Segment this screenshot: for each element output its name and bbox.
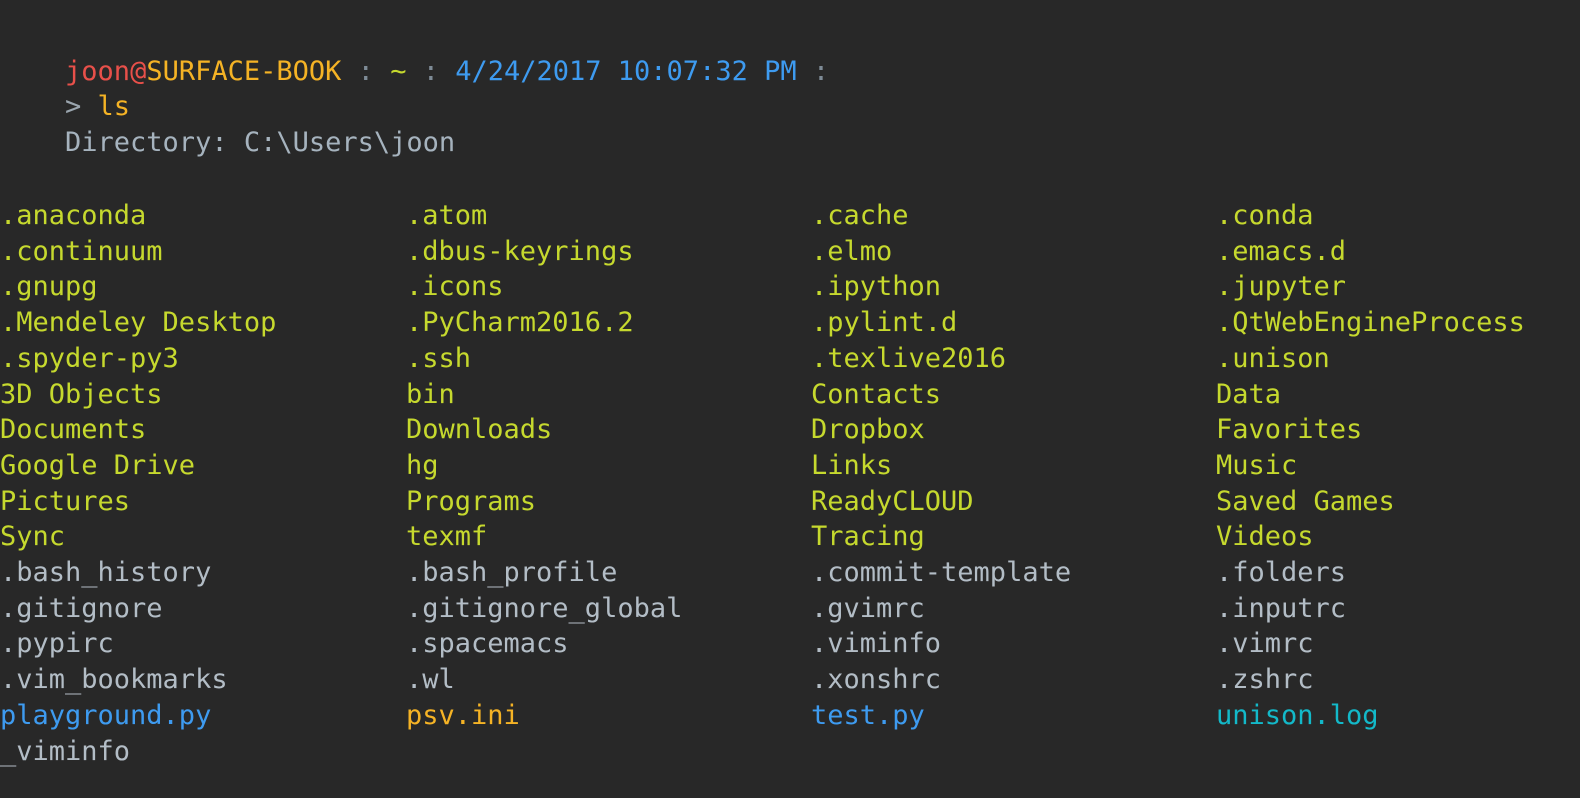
listing-entry[interactable]: .vim_bookmarks [0, 662, 228, 698]
listing-entry[interactable]: Contacts [811, 377, 941, 413]
prompt-arrow-icon: > [65, 90, 98, 122]
listing-entry[interactable]: .continuum [0, 234, 163, 270]
listing-entry[interactable]: .conda [1216, 198, 1314, 234]
listing-entry[interactable]: .atom [406, 198, 487, 234]
listing-row: 3D Objects bin Contacts Data [0, 377, 1580, 413]
listing-entry[interactable]: .icons [406, 269, 504, 305]
listing-entry[interactable]: Sync [0, 519, 65, 555]
listing-entry[interactable]: test.py [811, 698, 925, 734]
listing-entry[interactable]: .QtWebEngineProcess [1216, 305, 1525, 341]
listing-entry[interactable]: .anaconda [0, 198, 146, 234]
listing-entry[interactable]: .wl [406, 662, 455, 698]
command-input-line[interactable]: > ls [0, 53, 1580, 122]
listing-entry[interactable]: Data [1216, 377, 1281, 413]
listing-entry[interactable]: .Mendeley Desktop [0, 305, 276, 341]
listing-row: .continuum .dbus-keyrings .elmo .emacs.d [0, 234, 1580, 270]
listing-row: _viminfo [0, 734, 1580, 770]
terminal-window[interactable]: joon@SURFACE-BOOK : ~ : 4/24/2017 10:07:… [0, 0, 1580, 798]
listing-row: .bash_history .bash_profile .commit-templa… [0, 555, 1580, 591]
listing-row: .pypirc .spacemacs .viminfo .vimrc [0, 626, 1580, 662]
listing-row: playground.py psv.ini test.py unison.log [0, 698, 1580, 734]
listing-entry[interactable]: .viminfo [811, 626, 941, 662]
listing-row: Google Drive hg Links Music [0, 448, 1580, 484]
listing-entry[interactable]: .pylint.d [811, 305, 957, 341]
listing-entry[interactable]: Tracing [811, 519, 925, 555]
listing-row: .vim_bookmarks .wl .xonshrc .zshrc [0, 662, 1580, 698]
listing-entry[interactable]: bin [406, 377, 455, 413]
listing-entry[interactable]: .gnupg [0, 269, 98, 305]
listing-entry[interactable]: .commit-template [811, 555, 1071, 591]
listing-row: Documents Downloads Dropbox Favorites [0, 412, 1580, 448]
listing-entry[interactable]: .dbus-keyrings [406, 234, 634, 270]
listing-entry[interactable]: .vimrc [1216, 626, 1314, 662]
listing-entry[interactable]: .bash_profile [406, 555, 617, 591]
listing-entry[interactable]: Favorites [1216, 412, 1362, 448]
prompt-line: joon@SURFACE-BOOK : ~ : 4/24/2017 10:07:… [0, 18, 1580, 87]
listing-entry[interactable]: .ssh [406, 341, 471, 377]
listing-row: .Mendeley Desktop .PyCharm2016.2 .pylint.d… [0, 305, 1580, 341]
listing-entry[interactable]: .bash_history [0, 555, 211, 591]
listing-entry[interactable]: .jupyter [1216, 269, 1346, 305]
listing-entry[interactable]: Google Drive [0, 448, 195, 484]
listing-row: Pictures Programs ReadyCLOUD Saved Games [0, 484, 1580, 520]
listing-entry[interactable]: Music [1216, 448, 1297, 484]
listing-entry[interactable]: .elmo [811, 234, 892, 270]
listing-entry[interactable]: .unison [1216, 341, 1330, 377]
listing-entry[interactable]: .spyder-py3 [0, 341, 179, 377]
listing-entry[interactable]: 3D Objects [0, 377, 163, 413]
listing-row: .gitignore .gitignore_global .gvimrc .input… [0, 591, 1580, 627]
listing-entry[interactable]: Pictures [0, 484, 130, 520]
listing-row: Sync texmf Tracing Videos [0, 519, 1580, 555]
listing-entry[interactable]: Dropbox [811, 412, 925, 448]
listing-entry[interactable]: Programs [406, 484, 536, 520]
listing-entry[interactable]: .zshrc [1216, 662, 1314, 698]
listing-entry[interactable]: .texlive2016 [811, 341, 1006, 377]
listing-entry[interactable]: .gitignore [0, 591, 163, 627]
listing-row: .spyder-py3 .ssh .texlive2016 .unison [0, 341, 1580, 377]
listing-entry[interactable]: .PyCharm2016.2 [406, 305, 634, 341]
listing-entry[interactable]: Downloads [406, 412, 552, 448]
listing-entry[interactable]: ReadyCLOUD [811, 484, 974, 520]
listing-entry[interactable]: psv.ini [406, 698, 520, 734]
listing-entry[interactable]: Saved Games [1216, 484, 1395, 520]
listing-entry[interactable]: .gitignore_global [406, 591, 682, 627]
listing-row: .gnupg .icons .ipython .jupyter [0, 269, 1580, 305]
listing-entry[interactable]: .xonshrc [811, 662, 941, 698]
listing-entry[interactable]: playground.py [0, 698, 211, 734]
listing-row: .anaconda .atom .cache .conda [0, 198, 1580, 234]
listing-entry[interactable]: unison.log [1216, 698, 1379, 734]
listing-entry[interactable]: Videos [1216, 519, 1314, 555]
listing-entry[interactable]: _viminfo [0, 734, 130, 770]
directory-header: Directory: C:\Users\joon [0, 127, 456, 158]
listing-entry[interactable]: hg [406, 448, 439, 484]
listing-entry[interactable]: .spacemacs [406, 626, 569, 662]
listing-entry[interactable]: .ipython [811, 269, 941, 305]
listing-entry[interactable]: .cache [811, 198, 909, 234]
listing-entry[interactable]: texmf [406, 519, 487, 555]
listing-entry[interactable]: .gvimrc [811, 591, 925, 627]
listing-entry[interactable]: Documents [0, 412, 146, 448]
listing-entry[interactable]: .pypirc [0, 626, 114, 662]
listing-entry[interactable]: .emacs.d [1216, 234, 1346, 270]
entered-command: ls [97, 90, 131, 122]
listing-entry[interactable]: .inputrc [1216, 591, 1346, 627]
listing-entry[interactable]: Links [811, 448, 892, 484]
listing-entry[interactable]: .folders [1216, 555, 1346, 591]
